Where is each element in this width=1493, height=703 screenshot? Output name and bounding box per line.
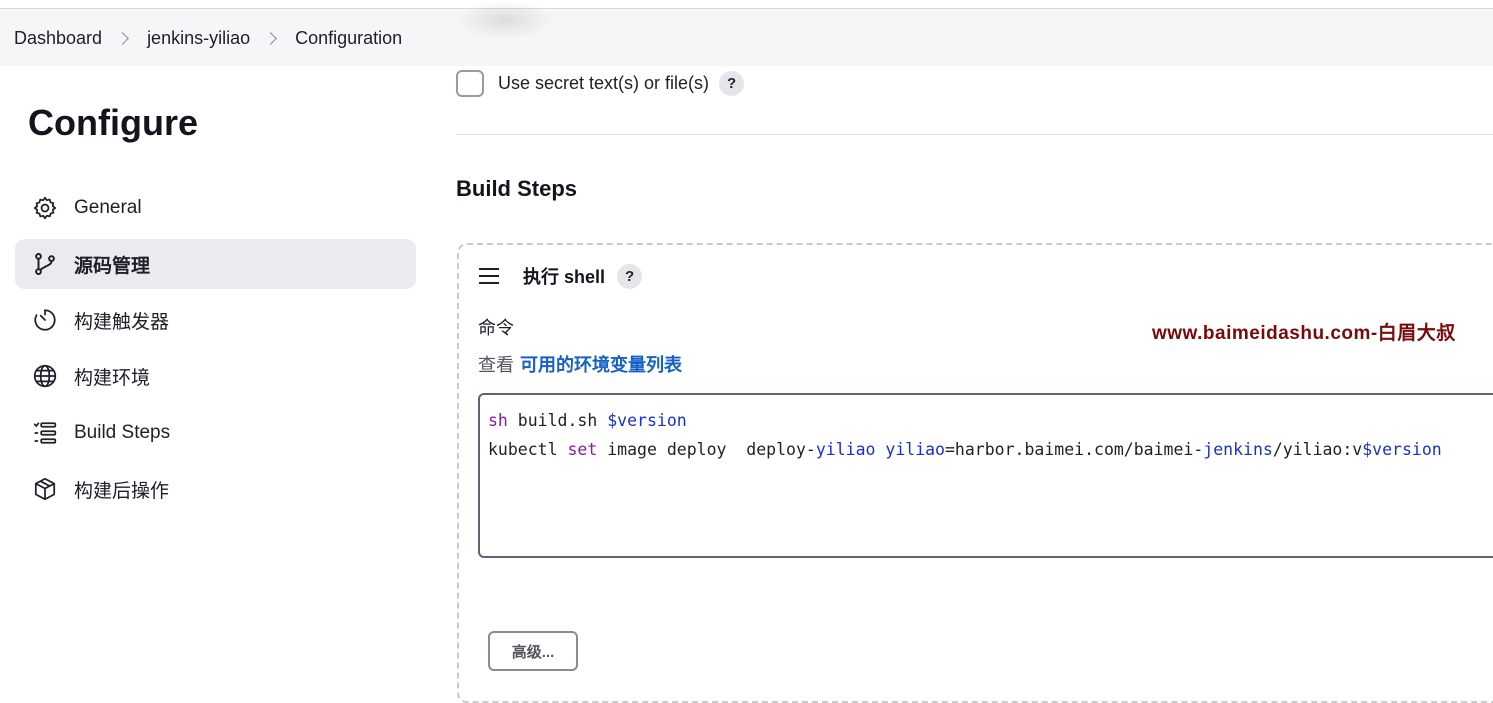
chevron-right-icon (264, 32, 277, 45)
package-icon (32, 476, 58, 502)
section-title: Build Steps (456, 176, 578, 201)
help-icon[interactable]: ? (617, 263, 643, 289)
env-vars-link[interactable]: 可用的环境变量列表 (520, 355, 682, 375)
branch-icon (32, 251, 58, 277)
page-title: Configure (28, 102, 198, 143)
secret-checkbox[interactable] (456, 70, 484, 97)
sidebar-item-label: 源码管理 (74, 255, 151, 277)
drag-handle-icon[interactable] (479, 268, 499, 284)
sidebar-item-label: Build Steps (74, 422, 171, 443)
breadcrumb-dashboard[interactable]: Dashboard (14, 28, 102, 49)
secret-option-row: Use secret text(s) or file(s) ? (456, 70, 745, 97)
watermark: www.baimeidashu.com-白眉大叔 (1152, 323, 1456, 344)
command-line-2: kubectl set image deploy deploy-yiliao y… (488, 440, 1442, 459)
gear-icon (32, 195, 58, 221)
scroll-shadow (455, 0, 555, 40)
sidebar-item-triggers[interactable]: 构建触发器 (15, 295, 416, 345)
build-step-header: 执行 shell ? (479, 263, 643, 289)
command-label: 命令 (478, 318, 514, 338)
section-divider (456, 134, 1493, 135)
sidebar-item-label: General (74, 197, 142, 218)
sidebar-item-build-steps[interactable]: Build Steps (15, 408, 416, 458)
sidebar-item-general[interactable]: General (15, 183, 416, 233)
sidebar-item-label: 构建环境 (74, 367, 151, 389)
help-icon[interactable]: ? (719, 71, 745, 96)
top-border (0, 0, 1493, 9)
breadcrumb-configuration[interactable]: Configuration (295, 28, 402, 49)
breadcrumb: Dashboard jenkins-yiliao Configuration (14, 28, 402, 49)
env-vars-row: 查看 可用的环境变量列表 (478, 351, 682, 377)
globe-icon (32, 363, 58, 389)
breadcrumb-job[interactable]: jenkins-yiliao (147, 28, 250, 49)
secret-checkbox-label: Use secret text(s) or file(s) (498, 73, 710, 93)
command-textarea[interactable]: sh build.sh $version kubectl set image de… (478, 393, 1493, 558)
sidebar-item-label: 构建后操作 (74, 480, 170, 502)
list-icon (32, 420, 58, 446)
sidebar-item-environment[interactable]: 构建环境 (15, 351, 416, 401)
sidebar-item-source[interactable]: 源码管理 (15, 239, 416, 289)
advanced-button[interactable]: 高级... (488, 631, 578, 671)
breadcrumb-bar: Dashboard jenkins-yiliao Configuration (0, 9, 1493, 66)
command-line-1: sh build.sh $version (488, 411, 687, 430)
chevron-right-icon (116, 32, 129, 45)
build-step-title: 执行 shell (523, 267, 606, 287)
sidebar-item-post-build[interactable]: 构建后操作 (15, 464, 416, 514)
timer-icon (32, 307, 58, 333)
sidebar-item-label: 构建触发器 (74, 311, 170, 333)
env-vars-prefix: 查看 (478, 355, 514, 375)
